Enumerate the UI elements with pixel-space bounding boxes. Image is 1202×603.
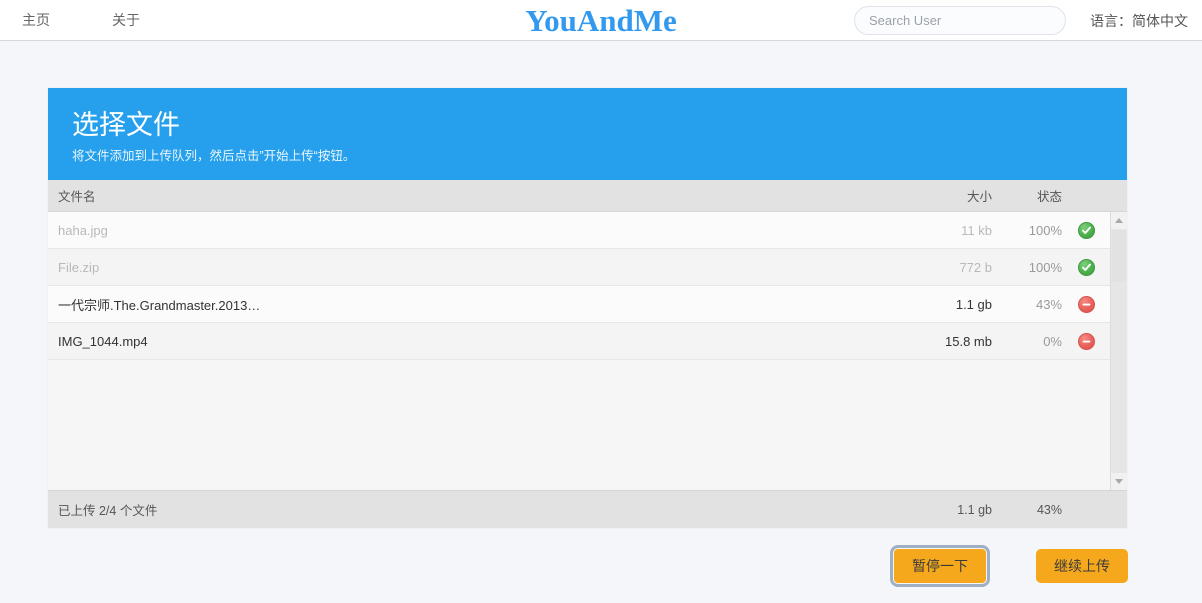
- file-size: 11 kb: [961, 222, 992, 238]
- file-progress-percent: 43%: [1035, 296, 1062, 312]
- scroll-down-button[interactable]: [1111, 473, 1127, 490]
- file-progress-percent: 100%: [1028, 222, 1062, 238]
- uploader-panel: 选择文件 将文件添加到上传队列，然后点击”开始上传“按钮。 文件名 大小 状态 …: [48, 88, 1127, 528]
- file-list-scrollbar[interactable]: [1110, 212, 1127, 490]
- file-status-cell[interactable]: [1062, 332, 1110, 350]
- file-row[interactable]: File.zip 772 b 100%: [48, 249, 1110, 286]
- file-size: 1.1 gb: [955, 296, 992, 312]
- file-name: haha.jpg: [58, 222, 108, 238]
- chevron-down-icon: [1115, 479, 1123, 484]
- file-name: 一代宗师.The.Grandmaster.2013…: [58, 297, 261, 313]
- upload-summary-size: 1.1 gb: [957, 502, 992, 517]
- chevron-up-icon: [1115, 218, 1123, 223]
- file-status-cell[interactable]: [1062, 258, 1110, 276]
- file-list[interactable]: haha.jpg 11 kb 100% File.zip 772 b 100% 一代宗师.T…: [48, 212, 1110, 490]
- upload-summary-text: 已上传 2/4 个文件: [58, 504, 158, 518]
- file-name: File.zip: [58, 259, 100, 275]
- top-navigation-bar: 主页 关于 YouAndMe 语言：简体中文: [0, 0, 1202, 41]
- file-list-area: haha.jpg 11 kb 100% File.zip 772 b 100% 一代宗师.T…: [48, 212, 1127, 490]
- file-row[interactable]: 一代宗师.The.Grandmaster.2013… 1.1 gb 43%: [48, 286, 1110, 323]
- upload-summary-percent: 43%: [1036, 502, 1062, 517]
- resume-upload-button[interactable]: 继续上传: [1036, 549, 1128, 583]
- file-progress-percent: 0%: [1043, 333, 1062, 349]
- page-body: 选择文件 将文件添加到上传队列，然后点击”开始上传“按钮。 文件名 大小 状态 …: [0, 41, 1202, 603]
- file-row[interactable]: haha.jpg 11 kb 100%: [48, 212, 1110, 249]
- file-size: 15.8 mb: [945, 333, 992, 349]
- uploader-header: 选择文件 将文件添加到上传队列，然后点击”开始上传“按钮。: [48, 88, 1127, 180]
- action-button-group: 暂停一下 继续上传: [890, 545, 1128, 587]
- file-name: IMG_1044.mp4: [58, 333, 148, 349]
- scroll-up-button[interactable]: [1111, 212, 1127, 229]
- cancel-circle-icon[interactable]: [1077, 332, 1095, 350]
- page-title: 选择文件: [72, 110, 180, 140]
- column-header-size: 大小: [966, 190, 992, 204]
- top-bar-right-group: 语言：简体中文: [854, 0, 1202, 41]
- file-table-header: 文件名 大小 状态: [48, 180, 1127, 212]
- search-user-input[interactable]: [854, 6, 1066, 35]
- file-progress-percent: 100%: [1028, 259, 1062, 275]
- check-circle-icon: [1077, 258, 1095, 276]
- file-status-cell[interactable]: [1062, 295, 1110, 313]
- cancel-circle-icon[interactable]: [1077, 295, 1095, 313]
- check-circle-icon: [1077, 221, 1095, 239]
- upload-summary-bar: 已上传 2/4 个文件 1.1 gb 43%: [48, 490, 1127, 528]
- file-status-cell[interactable]: [1062, 221, 1110, 239]
- column-header-filename: 文件名: [58, 190, 96, 204]
- file-row[interactable]: IMG_1044.mp4 15.8 mb 0%: [48, 323, 1110, 360]
- file-list-empty-area: [48, 360, 1110, 490]
- pause-upload-button[interactable]: 暂停一下: [890, 545, 990, 587]
- page-subtitle: 将文件添加到上传队列，然后点击”开始上传“按钮。: [72, 149, 356, 163]
- language-selector[interactable]: 语言：简体中文: [1090, 11, 1188, 31]
- file-size: 772 b: [959, 259, 992, 275]
- column-header-status: 状态: [1036, 190, 1062, 204]
- scrollbar-thumb[interactable]: [1112, 230, 1126, 282]
